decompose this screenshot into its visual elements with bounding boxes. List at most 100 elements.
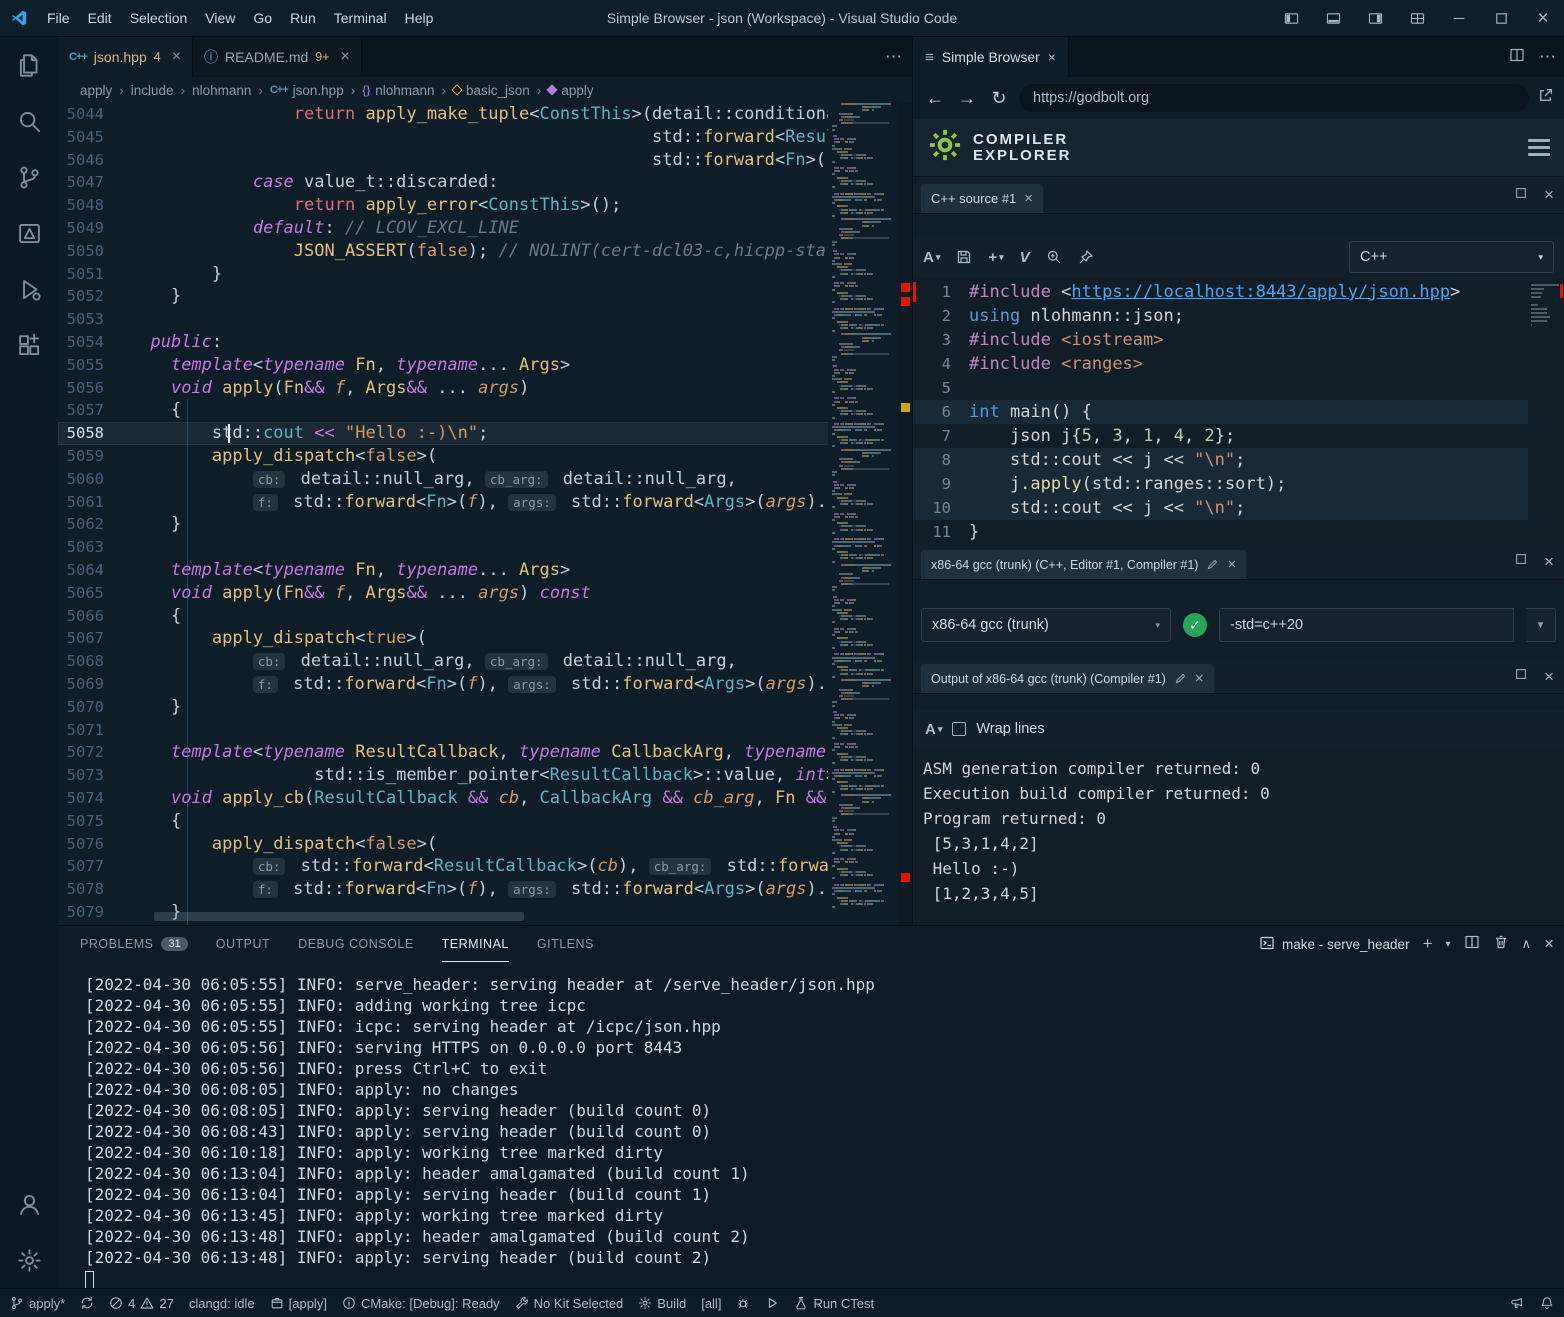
godbolt-line-4[interactable]: 4#include <ranges> bbox=[913, 352, 1564, 376]
statusbar-feedback[interactable] bbox=[1510, 1296, 1524, 1310]
terminal-dropdown-icon[interactable]: ▾ bbox=[1446, 939, 1451, 950]
horizontal-scrollbar[interactable] bbox=[154, 912, 524, 921]
code-line-5052[interactable]: 5052 } bbox=[58, 285, 912, 308]
code-line-5055[interactable]: 5055 template<typename Fn, typename... A… bbox=[58, 354, 912, 377]
menu-go[interactable]: Go bbox=[244, 0, 281, 37]
vim-toggle-button[interactable]: V bbox=[1020, 249, 1030, 266]
code-line-5049[interactable]: 5049 default: // LCOV_EXCL_LINE bbox=[58, 217, 912, 240]
reload-icon[interactable]: ↻ bbox=[987, 88, 1011, 109]
breadcrumb-item-apply[interactable]: apply bbox=[80, 83, 112, 98]
tab-json-hpp[interactable]: C++json.hpp4× bbox=[58, 37, 193, 77]
editor-more-actions-icon[interactable]: ⋯ bbox=[885, 37, 902, 77]
split-editor-icon[interactable] bbox=[1509, 47, 1525, 68]
statusbar-sync[interactable] bbox=[80, 1296, 94, 1310]
statusbar-cmake-project[interactable]: [apply] bbox=[270, 1296, 327, 1311]
godbolt-line-11[interactable]: 11} bbox=[913, 520, 1564, 544]
code-line-5045[interactable]: 5045 std::forward<ResultCallback>(cb), bbox=[58, 126, 912, 149]
code-line-5054[interactable]: 5054 public: bbox=[58, 331, 912, 354]
font-size-button[interactable]: A▾ bbox=[923, 249, 940, 266]
activity-account-icon[interactable] bbox=[0, 1176, 58, 1232]
split-terminal-icon[interactable] bbox=[1464, 934, 1480, 955]
breadcrumb-item-nlohmann[interactable]: nlohmann bbox=[192, 83, 251, 98]
maximize-pane-icon[interactable] bbox=[1514, 186, 1528, 205]
close-pane-icon[interactable]: × bbox=[1544, 667, 1554, 687]
customize-layout-icon[interactable] bbox=[1396, 0, 1438, 37]
close-tab-icon[interactable]: × bbox=[341, 48, 350, 66]
close-button[interactable]: × bbox=[1522, 0, 1564, 37]
code-line-5044[interactable]: 5044 return apply_make_tuple<ConstThis>(… bbox=[58, 103, 912, 126]
godbolt-line-5[interactable]: 5 bbox=[913, 376, 1564, 400]
minimize-button[interactable]: ─ bbox=[1438, 0, 1480, 37]
activity-search-icon[interactable] bbox=[0, 93, 58, 149]
compiler-pane-tab[interactable]: x86-64 gcc (trunk) (C++, Editor #1, Comp… bbox=[921, 550, 1246, 579]
godbolt-line-8[interactable]: 8 std::cout << j << "\n"; bbox=[913, 448, 1564, 472]
close-tab-icon[interactable]: × bbox=[172, 48, 181, 66]
statusbar-cmake-build[interactable]: Build bbox=[638, 1296, 686, 1311]
source-pane-tab[interactable]: C++ source #1 × bbox=[921, 184, 1043, 213]
statusbar-cmake-kit[interactable]: No Kit Selected bbox=[515, 1296, 624, 1311]
code-line-5048[interactable]: 5048 return apply_error<ConstThis>(); bbox=[58, 194, 912, 217]
statusbar-git-branch[interactable]: apply* bbox=[10, 1296, 65, 1311]
toggle-sidebar-right-icon[interactable] bbox=[1354, 0, 1396, 37]
url-input[interactable]: https://godbolt.org bbox=[1019, 84, 1529, 112]
menu-selection[interactable]: Selection bbox=[121, 0, 197, 37]
font-size-button[interactable]: A▾ bbox=[925, 721, 942, 738]
pin-icon[interactable] bbox=[1078, 249, 1094, 265]
code-editor[interactable]: 5044 return apply_make_tuple<ConstThis>(… bbox=[58, 103, 912, 925]
menu-view[interactable]: View bbox=[196, 0, 244, 37]
activity-run-debug-icon[interactable] bbox=[0, 261, 58, 317]
open-external-icon[interactable] bbox=[1537, 87, 1554, 109]
godbolt-line-9[interactable]: 9 j.apply(std::ranges::sort); bbox=[913, 472, 1564, 496]
close-tab-icon[interactable]: × bbox=[1048, 49, 1056, 65]
activity-explorer-icon[interactable] bbox=[0, 37, 58, 93]
edit-icon[interactable] bbox=[1206, 558, 1219, 571]
close-pane-icon[interactable]: × bbox=[1227, 556, 1236, 573]
maximize-panel-icon[interactable]: ∧ bbox=[1522, 936, 1532, 952]
compiler-select[interactable]: x86-64 gcc (trunk) ▾ bbox=[921, 608, 1171, 642]
godbolt-line-2[interactable]: 2using nlohmann::json; bbox=[913, 304, 1564, 328]
forward-icon[interactable]: → bbox=[955, 88, 979, 109]
godbolt-line-7[interactable]: 7 json j{5, 3, 1, 4, 2}; bbox=[913, 424, 1564, 448]
tab-readme-md[interactable]: ⓘREADME.md9+× bbox=[193, 37, 362, 77]
terminal-output[interactable]: [2022-04-30 06:05:55] INFO: serve_header… bbox=[58, 962, 1564, 1289]
back-icon[interactable]: ← bbox=[923, 88, 947, 109]
menu-file[interactable]: File bbox=[38, 0, 79, 37]
menu-run[interactable]: Run bbox=[281, 0, 325, 37]
activity-extensions-icon[interactable] bbox=[0, 317, 58, 373]
panel-tab-gitlens[interactable]: GITLENS bbox=[537, 926, 594, 962]
statusbar-cmake-debug[interactable] bbox=[736, 1296, 750, 1310]
close-pane-icon[interactable]: × bbox=[1024, 190, 1033, 207]
activity-source-control-icon[interactable] bbox=[0, 149, 58, 205]
godbolt-line-3[interactable]: 3#include <iostream> bbox=[913, 328, 1564, 352]
close-pane-icon[interactable]: × bbox=[1544, 185, 1554, 205]
menu-edit[interactable]: Edit bbox=[79, 0, 121, 37]
menu-help[interactable]: Help bbox=[396, 0, 443, 37]
statusbar-cmake-status[interactable]: CMake: [Debug]: Ready bbox=[342, 1296, 500, 1311]
menu-terminal[interactable]: Terminal bbox=[325, 0, 396, 37]
edit-icon[interactable] bbox=[1174, 672, 1187, 685]
close-pane-icon[interactable]: × bbox=[1544, 552, 1554, 572]
activity-settings-icon[interactable] bbox=[0, 1232, 58, 1288]
toggle-sidebar-left-icon[interactable] bbox=[1270, 0, 1312, 37]
statusbar-problems[interactable]: 427 bbox=[109, 1296, 174, 1311]
statusbar-ctest[interactable]: Run CTest bbox=[794, 1296, 874, 1311]
code-line-5051[interactable]: 5051 } bbox=[58, 263, 912, 286]
maximize-pane-icon[interactable] bbox=[1514, 552, 1528, 571]
close-panel-icon[interactable]: × bbox=[1544, 934, 1554, 954]
search-icon[interactable] bbox=[1046, 249, 1062, 265]
new-terminal-icon[interactable]: + bbox=[1423, 934, 1433, 954]
godbolt-line-1[interactable]: 1#include <https://localhost:8443/apply/… bbox=[913, 280, 1564, 304]
statusbar-cmake-build-target[interactable]: [all] bbox=[701, 1296, 721, 1311]
tab-simple-browser[interactable]: ≡ Simple Browser × bbox=[913, 37, 1069, 77]
code-line-5047[interactable]: 5047 case value_t::discarded: bbox=[58, 171, 912, 194]
maximize-pane-icon[interactable] bbox=[1514, 667, 1528, 686]
statusbar-cmake-launch[interactable] bbox=[765, 1296, 779, 1310]
more-actions-icon[interactable]: ⋯ bbox=[1539, 47, 1556, 67]
panel-tab-problems[interactable]: PROBLEMS31 bbox=[80, 926, 188, 962]
panel-tab-debug-console[interactable]: DEBUG CONSOLE bbox=[298, 926, 414, 962]
close-pane-icon[interactable]: × bbox=[1195, 670, 1204, 687]
godbolt-line-10[interactable]: 10 std::cout << j << "\n"; bbox=[913, 496, 1564, 520]
breadcrumb-item-basic-json[interactable]: basic_json bbox=[453, 83, 530, 98]
code-line-5046[interactable]: 5046 std::forward<Fn>(f)); bbox=[58, 149, 912, 172]
save-icon[interactable] bbox=[956, 249, 972, 265]
